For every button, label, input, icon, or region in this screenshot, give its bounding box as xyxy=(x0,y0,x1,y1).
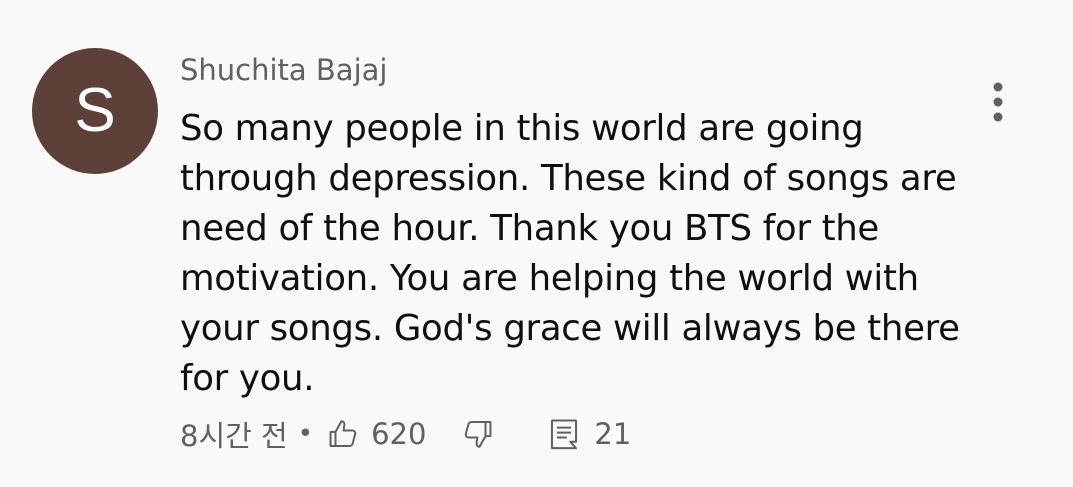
dislike-button[interactable] xyxy=(460,417,494,451)
more-menu-button[interactable] xyxy=(980,78,1016,126)
timestamp: 8시간 전 xyxy=(180,419,288,453)
separator-dot: • xyxy=(297,419,314,449)
comment-item: S Shuchita Bajaj So many people in this … xyxy=(0,0,1073,487)
comment-text: So many people in this world are going t… xyxy=(180,108,960,399)
thumb-down-icon xyxy=(460,417,494,451)
comment-actions: 8시간 전 • 620 21 xyxy=(180,413,631,455)
author-name[interactable]: Shuchita Bajaj xyxy=(180,50,387,90)
reply-button[interactable] xyxy=(548,417,580,451)
thumb-up-icon xyxy=(327,417,361,451)
like-button[interactable] xyxy=(327,417,361,451)
comment-icon xyxy=(548,417,580,451)
avatar-initial: S xyxy=(74,76,116,145)
reply-count: 21 xyxy=(594,417,632,451)
avatar[interactable]: S xyxy=(32,48,158,174)
more-vertical-icon xyxy=(980,78,1016,126)
like-count: 620 xyxy=(371,417,427,451)
